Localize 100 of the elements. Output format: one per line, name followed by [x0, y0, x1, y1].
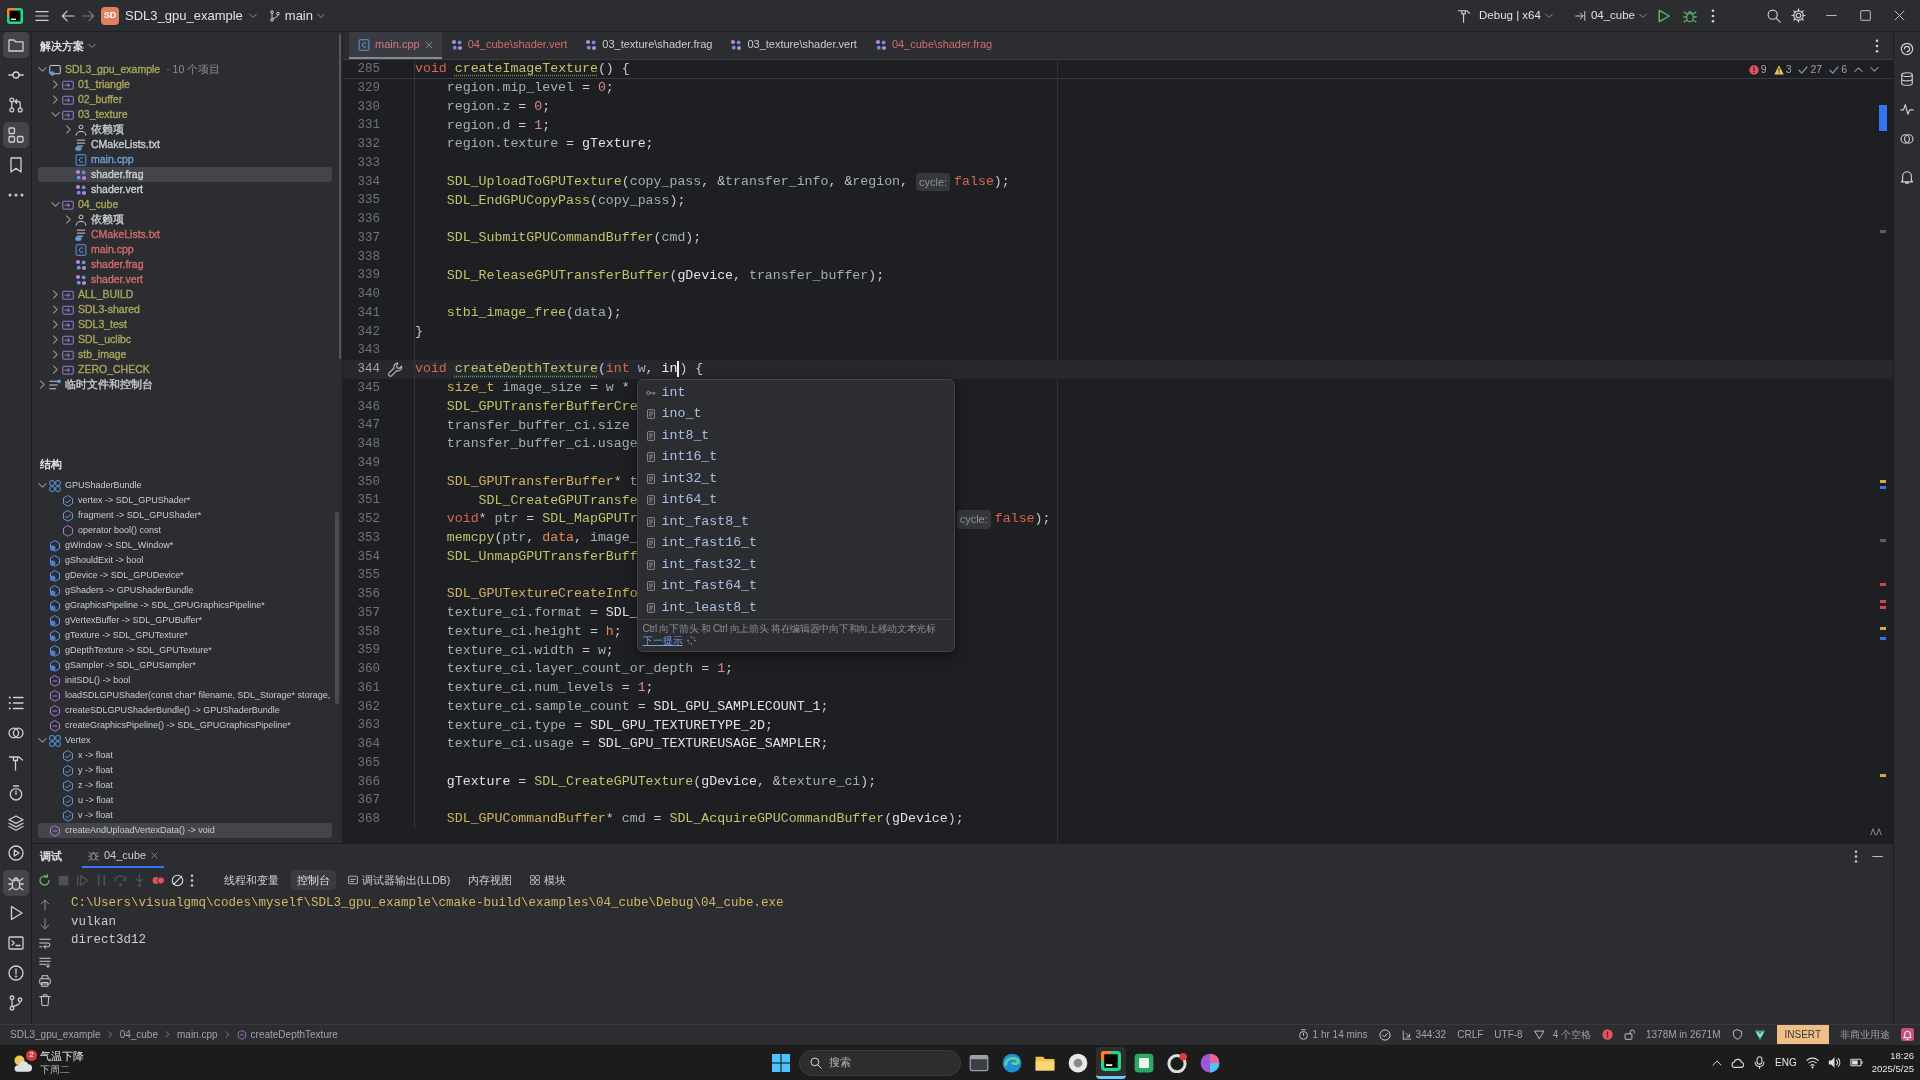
close-icon[interactable]: [424, 40, 433, 49]
debug-tab[interactable]: 线程和变量: [218, 870, 285, 890]
tree-item[interactable]: gTexture -> SDL_GPUTexture*: [38, 628, 188, 643]
search-button[interactable]: [1767, 8, 1781, 23]
inspection-counter[interactable]: 6: [1829, 64, 1847, 75]
inspections-button[interactable]: [1378, 1028, 1391, 1041]
wrench-icon[interactable]: [387, 361, 403, 377]
chevron-right-icon[interactable]: [64, 215, 73, 224]
tree-item[interactable]: ALL_BUILD: [51, 287, 134, 302]
console-tool-button[interactable]: [39, 937, 51, 949]
project-selector[interactable]: SD SDL3_gpu_example: [101, 6, 257, 25]
tray-icon-button[interactable]: [1753, 1056, 1767, 1069]
session-tab[interactable]: 04_cube: [82, 844, 165, 868]
plugin-button[interactable]: [1753, 1028, 1766, 1041]
tree-item[interactable]: CMakeLists.txt: [64, 137, 160, 152]
panel-title-dropdown[interactable]: 解决方案: [40, 40, 96, 52]
more-button[interactable]: [1711, 8, 1715, 23]
editor-tab[interactable]: 03_texture\shader.frag: [576, 32, 722, 59]
tree-item[interactable]: 04_cube: [51, 197, 119, 212]
back-button[interactable]: [61, 8, 75, 23]
completion-item[interactable]: int_least8_t: [637, 597, 954, 619]
tree-item[interactable]: gDepthTexture -> SDL_GPUTexture*: [38, 643, 212, 658]
tree-item[interactable]: 01_triangle: [51, 77, 130, 92]
indent-widget[interactable]: 4 个空格: [1533, 1029, 1591, 1040]
tree-item[interactable]: 临时文件和控制台: [38, 377, 153, 392]
chevron-down-icon[interactable]: [51, 200, 60, 209]
completion-item[interactable]: int_fast32_t: [637, 554, 954, 576]
settings-button[interactable]: [1791, 8, 1806, 23]
tree-item[interactable]: shader.vert: [64, 272, 143, 287]
caret-position-widget[interactable]: 344:32: [1401, 1029, 1447, 1040]
status-bar-item[interactable]: 非商业用途: [1840, 1029, 1890, 1040]
tool-window-button[interactable]: [2, 870, 29, 896]
tree-item[interactable]: x -> float: [51, 748, 113, 763]
tree-item[interactable]: z -> float: [51, 778, 113, 793]
tray-icon-button[interactable]: [1731, 1056, 1745, 1069]
run-button[interactable]: [1657, 8, 1671, 23]
tray-icon-button[interactable]: [1805, 1056, 1819, 1069]
editor-tab[interactable]: main.cpp: [349, 32, 442, 59]
completion-item[interactable]: int64_t: [637, 489, 954, 511]
completion-item[interactable]: int16_t: [637, 446, 954, 468]
tree-item[interactable]: u -> float: [51, 793, 114, 808]
taskbar-search-field[interactable]: 搜索: [799, 1049, 961, 1076]
close-icon[interactable]: [151, 851, 159, 859]
status-bar-item[interactable]: CRLF: [1457, 1029, 1484, 1040]
build-button[interactable]: [1457, 8, 1472, 23]
tree-item[interactable]: SDL3_test: [51, 317, 128, 332]
inspection-counter[interactable]: 27: [1798, 64, 1823, 75]
console-tool-button[interactable]: [39, 994, 51, 1006]
chevron-down-icon[interactable]: [1870, 65, 1879, 74]
zigzag-icon[interactable]: [1869, 825, 1883, 837]
tree-item[interactable]: shader.vert: [64, 182, 143, 197]
debug-tab[interactable]: 调试器输出(LLDB): [342, 870, 457, 890]
chevron-down-icon[interactable]: [38, 65, 47, 74]
tree-item[interactable]: createGraphicsPipeline() -> SDL_GPUGraphicsPipeline*: [38, 718, 291, 733]
tree-item[interactable]: 依赖项: [64, 212, 124, 227]
tree-item[interactable]: stb_image: [51, 347, 127, 362]
tree-item[interactable]: gShouldExit -> bool: [38, 553, 144, 568]
completion-item[interactable]: int_fast64_t: [637, 575, 954, 597]
tree-item[interactable]: initSDL() -> bool: [38, 673, 131, 688]
more-button[interactable]: [190, 873, 194, 887]
run-target-selector[interactable]: 04_cube: [1574, 9, 1647, 22]
chevron-up-icon[interactable]: [1854, 65, 1863, 74]
forward-button[interactable]: [81, 8, 95, 23]
language-indicator[interactable]: ENG: [1775, 1057, 1797, 1068]
completion-item[interactable]: int_fast8_t: [637, 511, 954, 533]
completion-item[interactable]: int8_t: [637, 425, 954, 447]
debug-tab[interactable]: 模块: [524, 870, 573, 890]
completion-item[interactable]: int_fast16_t: [637, 532, 954, 554]
tree-item[interactable]: v -> float: [51, 808, 113, 823]
tree-item[interactable]: vertex -> SDL_GPUShader*: [51, 493, 191, 508]
tree-item[interactable]: 依赖项: [64, 122, 124, 137]
error-status-button[interactable]: [1602, 1029, 1613, 1040]
tree-item[interactable]: GPUShaderBundle: [38, 478, 142, 493]
tree-item[interactable]: SDL3-shared: [51, 302, 140, 317]
tree-item[interactable]: loadSDLGPUShader(const char* filename, SDL_Storage* storage,: [38, 688, 331, 703]
notifications-button[interactable]: [1901, 1028, 1914, 1041]
tree-item[interactable]: fragment -> SDL_GPUShader*: [51, 508, 202, 523]
inspection-counter[interactable]: 3: [1773, 64, 1792, 75]
chevron-down-icon[interactable]: [38, 736, 47, 745]
status-bar-item[interactable]: UTF-8: [1494, 1029, 1523, 1040]
tray-icon-button[interactable]: [1849, 1056, 1863, 1069]
more-button[interactable]: [1854, 849, 1858, 863]
editor-tab[interactable]: 04_cube\shader.frag: [865, 32, 1002, 59]
tree-item[interactable]: shader.frag: [64, 257, 144, 272]
console-tool-button[interactable]: [39, 956, 51, 968]
debug-tab[interactable]: 控制台: [291, 870, 336, 890]
tree-item[interactable]: gWindow -> SDL_Window*: [38, 538, 174, 553]
editor-tab[interactable]: 03_texture\shader.vert: [721, 32, 866, 59]
console-tool-button[interactable]: [39, 918, 51, 930]
app-logo-icon[interactable]: [7, 7, 23, 24]
tree-item[interactable]: shader.frag: [38, 167, 332, 182]
branch-selector[interactable]: main: [268, 9, 325, 22]
menu-button[interactable]: [35, 8, 49, 23]
tree-item[interactable]: gShaders -> GPUShaderBundle: [38, 583, 194, 598]
debug-tab[interactable]: 内存视图: [462, 870, 519, 890]
tree-item[interactable]: SDL_uclibc: [51, 332, 132, 347]
tree-item[interactable]: SDL3_gpu_example · 10 个项目: [38, 62, 221, 77]
input-mode-indicator[interactable]: INSERT: [1776, 1025, 1829, 1044]
tree-item[interactable]: CMakeLists.txt: [64, 227, 160, 242]
tree-item[interactable]: y -> float: [51, 763, 113, 778]
